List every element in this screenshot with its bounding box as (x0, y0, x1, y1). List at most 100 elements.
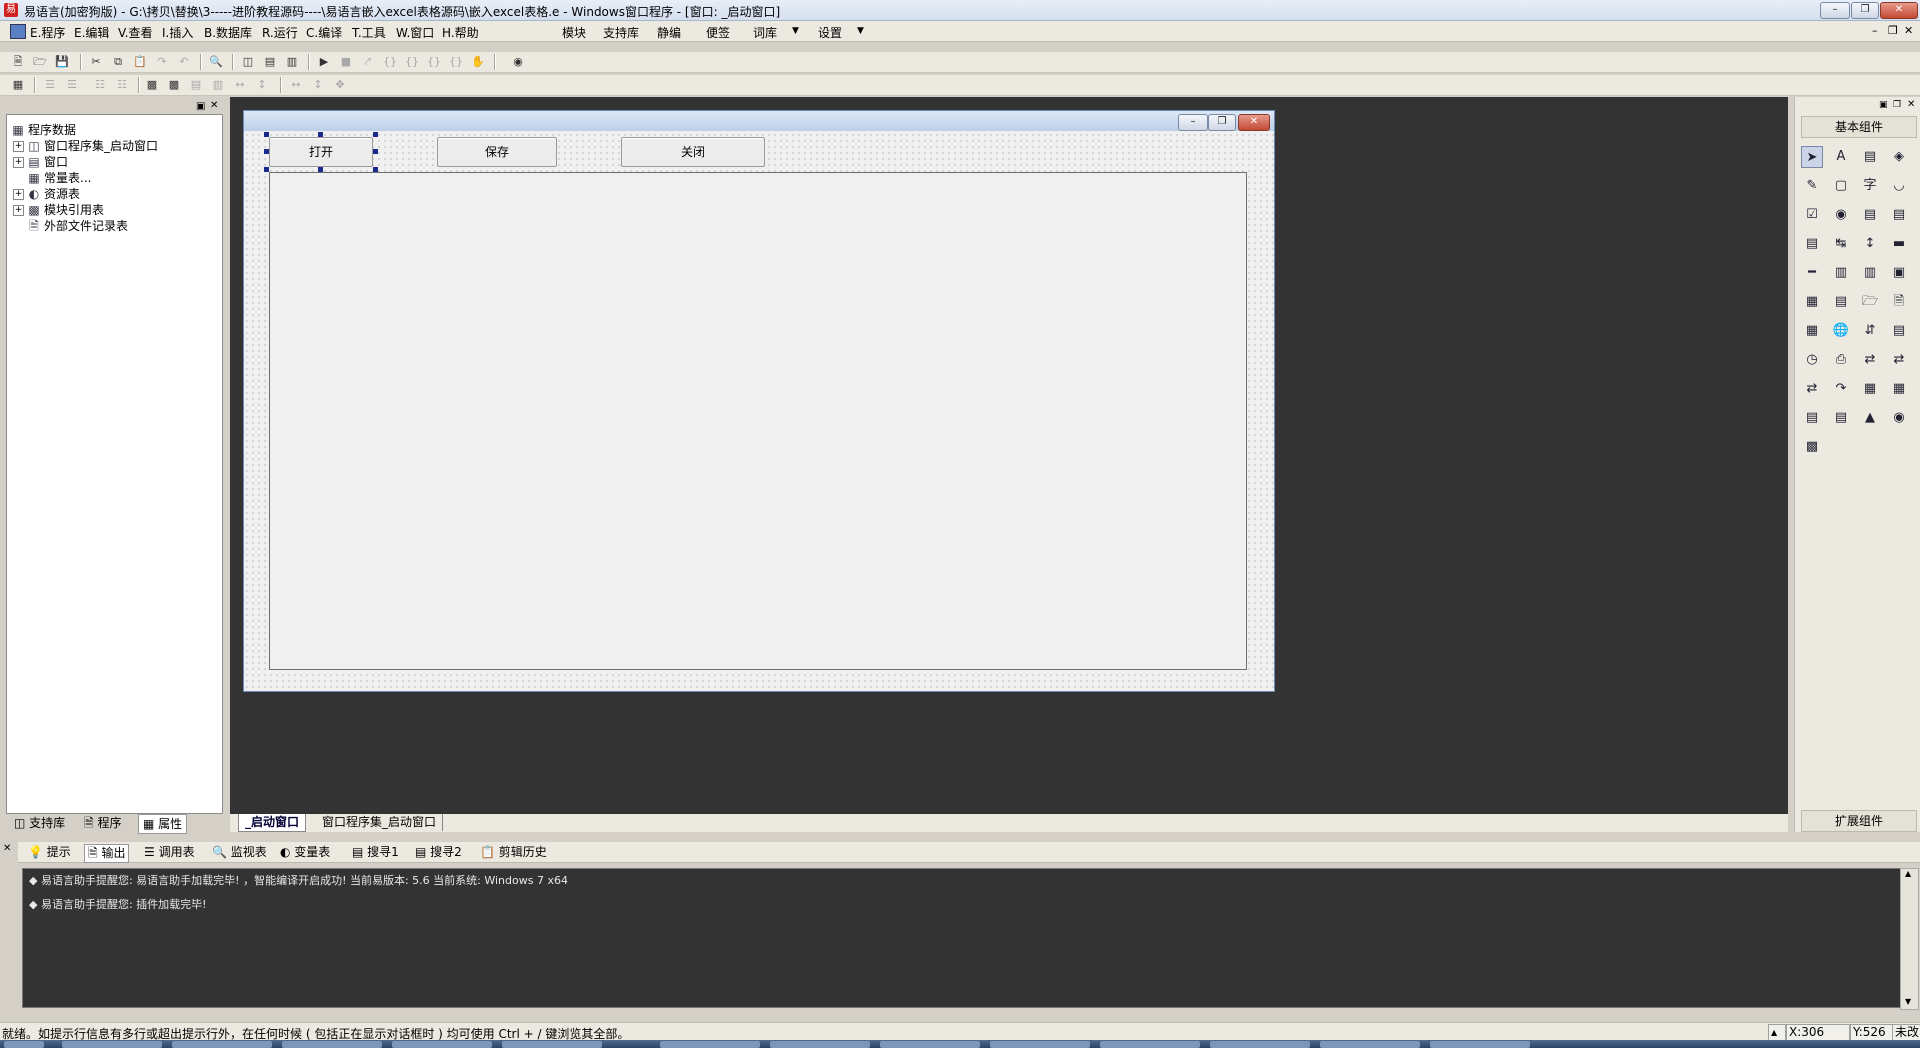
panel-close-icon[interactable]: ✕ (1907, 99, 1915, 110)
undo-icon[interactable]: ↶ (176, 54, 192, 70)
db-connection-icon[interactable]: ▤ (1830, 407, 1852, 429)
selection-handle[interactable] (264, 149, 269, 154)
table-icon[interactable]: ▦ (1859, 378, 1881, 400)
redo-icon[interactable]: ↷ (154, 54, 170, 70)
mdi-minimize-icon[interactable]: – (1872, 24, 1878, 37)
tab-clipboard-history[interactable]: 📋 剪辑历史 (480, 844, 547, 861)
tab-search2[interactable]: ▤ 搜寻2 (415, 844, 462, 861)
selection-handle[interactable] (373, 149, 378, 154)
form-close-button[interactable]: ✕ (1238, 114, 1270, 131)
expand-icon[interactable]: + (13, 205, 24, 216)
size-height-icon[interactable]: ↕ (310, 77, 326, 93)
layout2-icon[interactable]: ▤ (262, 54, 278, 70)
step-out-icon[interactable]: {} (426, 54, 442, 70)
output-panel[interactable]: ◆ 易语言助手提醒您: 易语言助手加载完毕! ，智能编译开启成功! 当前易版本:… (22, 868, 1902, 1008)
maximize-button[interactable]: ❐ (1851, 2, 1879, 19)
menu-module[interactable]: 模块 (562, 24, 586, 41)
form-icon[interactable]: ▦ (10, 77, 26, 93)
menu-view[interactable]: V.查看 (118, 24, 152, 41)
tab-watch[interactable]: 🔍 监视表 (212, 844, 267, 861)
taskbar-item[interactable] (1430, 1041, 1530, 1048)
updown-icon[interactable]: ⇵ (1859, 320, 1881, 342)
form-maximize-button[interactable]: ❐ (1208, 114, 1236, 131)
tab-program[interactable]: 🗎 程序 (80, 814, 125, 832)
taskbar-item[interactable] (172, 1041, 272, 1048)
printer-icon[interactable]: ⎙ (1830, 349, 1852, 371)
mdi-restore-icon[interactable]: ❐ (1888, 24, 1898, 37)
open-button[interactable]: 打开 (269, 137, 373, 167)
clock-icon[interactable]: ◷ (1801, 349, 1823, 371)
menu-notes[interactable]: 便签 (706, 24, 730, 41)
mdi-window-icon[interactable] (10, 24, 26, 39)
calendar-icon[interactable]: ▦ (1801, 291, 1823, 313)
breakpoint-icon[interactable]: ✋ (470, 54, 486, 70)
picture-frame-icon[interactable]: ▢ (1830, 175, 1852, 197)
expand-icon[interactable]: + (13, 157, 24, 168)
checkbox-icon[interactable]: ☑ (1801, 204, 1823, 226)
scroll-icon[interactable]: ↹ (1830, 233, 1852, 255)
picture-box-icon[interactable]: ▤ (1859, 146, 1881, 168)
label-icon[interactable]: A (1830, 146, 1852, 168)
step-into-icon[interactable]: {} (382, 54, 398, 70)
text-icon[interactable]: 字 (1859, 175, 1881, 197)
mdi-close-icon[interactable]: ✕ (1904, 24, 1913, 37)
color-picker-icon[interactable]: ▦ (1801, 320, 1823, 342)
scroll-up-icon[interactable]: ▲ (1905, 869, 1911, 878)
menu-run[interactable]: R.运行 (262, 24, 298, 41)
same-width-icon[interactable]: ▤ (188, 77, 204, 93)
same-height-icon[interactable]: ▥ (210, 77, 226, 93)
grid-table-icon[interactable]: ▦ (1888, 378, 1910, 400)
panel-pin-icon[interactable]: ▣ (1879, 100, 1888, 110)
minimize-button[interactable]: – (1820, 2, 1850, 19)
copy-icon[interactable]: ⧉ (110, 54, 126, 70)
find-icon[interactable]: 🔍 (208, 54, 224, 70)
odbc-source-icon[interactable]: ▩ (1801, 436, 1823, 458)
scroll-down-icon[interactable]: ▼ (1905, 997, 1911, 1006)
menu-database[interactable]: B.数据库 (204, 24, 252, 41)
tab-control-icon[interactable]: ▥ (1830, 262, 1852, 284)
lexicon-dropdown-icon[interactable]: ▼ (792, 26, 799, 36)
tree-item-assembly[interactable]: + ◫ 窗口程序集_启动窗口 (13, 137, 158, 154)
size-width-icon[interactable]: ↔ (288, 77, 304, 93)
binoculars-icon[interactable]: ◉ (510, 54, 526, 70)
taskbar-item[interactable] (770, 1041, 870, 1048)
db-provider-icon[interactable]: ▤ (1801, 407, 1823, 429)
tab-hint[interactable]: 💡 提示 (28, 844, 71, 861)
data-source-icon[interactable]: ⇄ (1859, 349, 1881, 371)
network-client-icon[interactable]: ⇄ (1801, 378, 1823, 400)
select-list-icon[interactable]: ▤ (1801, 233, 1823, 255)
line-icon[interactable]: ◡ (1888, 175, 1910, 197)
taskbar-item[interactable] (990, 1041, 1090, 1048)
folder-box-icon[interactable]: 🗁 (1859, 291, 1881, 313)
tree-root[interactable]: ▦ 程序数据 (11, 121, 76, 138)
paste-icon[interactable]: 📋 (132, 54, 148, 70)
open-folder-icon[interactable]: 🗁 (32, 54, 48, 70)
panel-close-icon[interactable]: ✕ (210, 100, 218, 111)
tree-item-resources[interactable]: + ◐ 资源表 (13, 185, 80, 202)
menu-insert[interactable]: I.插入 (162, 24, 193, 41)
output-close-icon[interactable]: ✕ (3, 843, 11, 854)
form-canvas[interactable]: 打开 保存 关闭 (244, 132, 1274, 691)
tab-call-stack[interactable]: ☰ 调用表 (144, 844, 195, 861)
panel-restore-icon[interactable]: ❐ (1893, 100, 1901, 110)
tab-window-assembly[interactable]: 窗口程序集_启动窗口 (316, 814, 444, 831)
new-file-icon[interactable]: 🗎 (10, 54, 26, 70)
menu-tools[interactable]: T.工具 (352, 24, 386, 41)
run-icon[interactable]: ▶ (316, 54, 332, 70)
menu-settings[interactable]: 设置 (818, 24, 842, 41)
animation-icon[interactable]: ▣ (1888, 262, 1910, 284)
tree-item-module-refs[interactable]: + ▩ 模块引用表 (13, 201, 104, 218)
menu-help[interactable]: H.帮助 (442, 24, 479, 41)
layout3-icon[interactable]: ▥ (284, 54, 300, 70)
shape-icon[interactable]: ◈ (1888, 146, 1910, 168)
panel-pin-icon[interactable]: ▣ (196, 101, 205, 112)
splitter-icon[interactable]: ▥ (1859, 262, 1881, 284)
cut-icon[interactable]: ✂ (88, 54, 104, 70)
close-form-button[interactable]: 关闭 (621, 137, 765, 167)
slider-icon[interactable]: ━ (1801, 262, 1823, 284)
edit-box-icon[interactable]: ✎ (1801, 175, 1823, 197)
menu-window[interactable]: W.窗口 (396, 24, 434, 41)
taskbar-item[interactable] (1320, 1041, 1420, 1048)
stop-icon[interactable]: ■ (338, 54, 354, 70)
align-left-icon[interactable]: ☰ (42, 77, 58, 93)
